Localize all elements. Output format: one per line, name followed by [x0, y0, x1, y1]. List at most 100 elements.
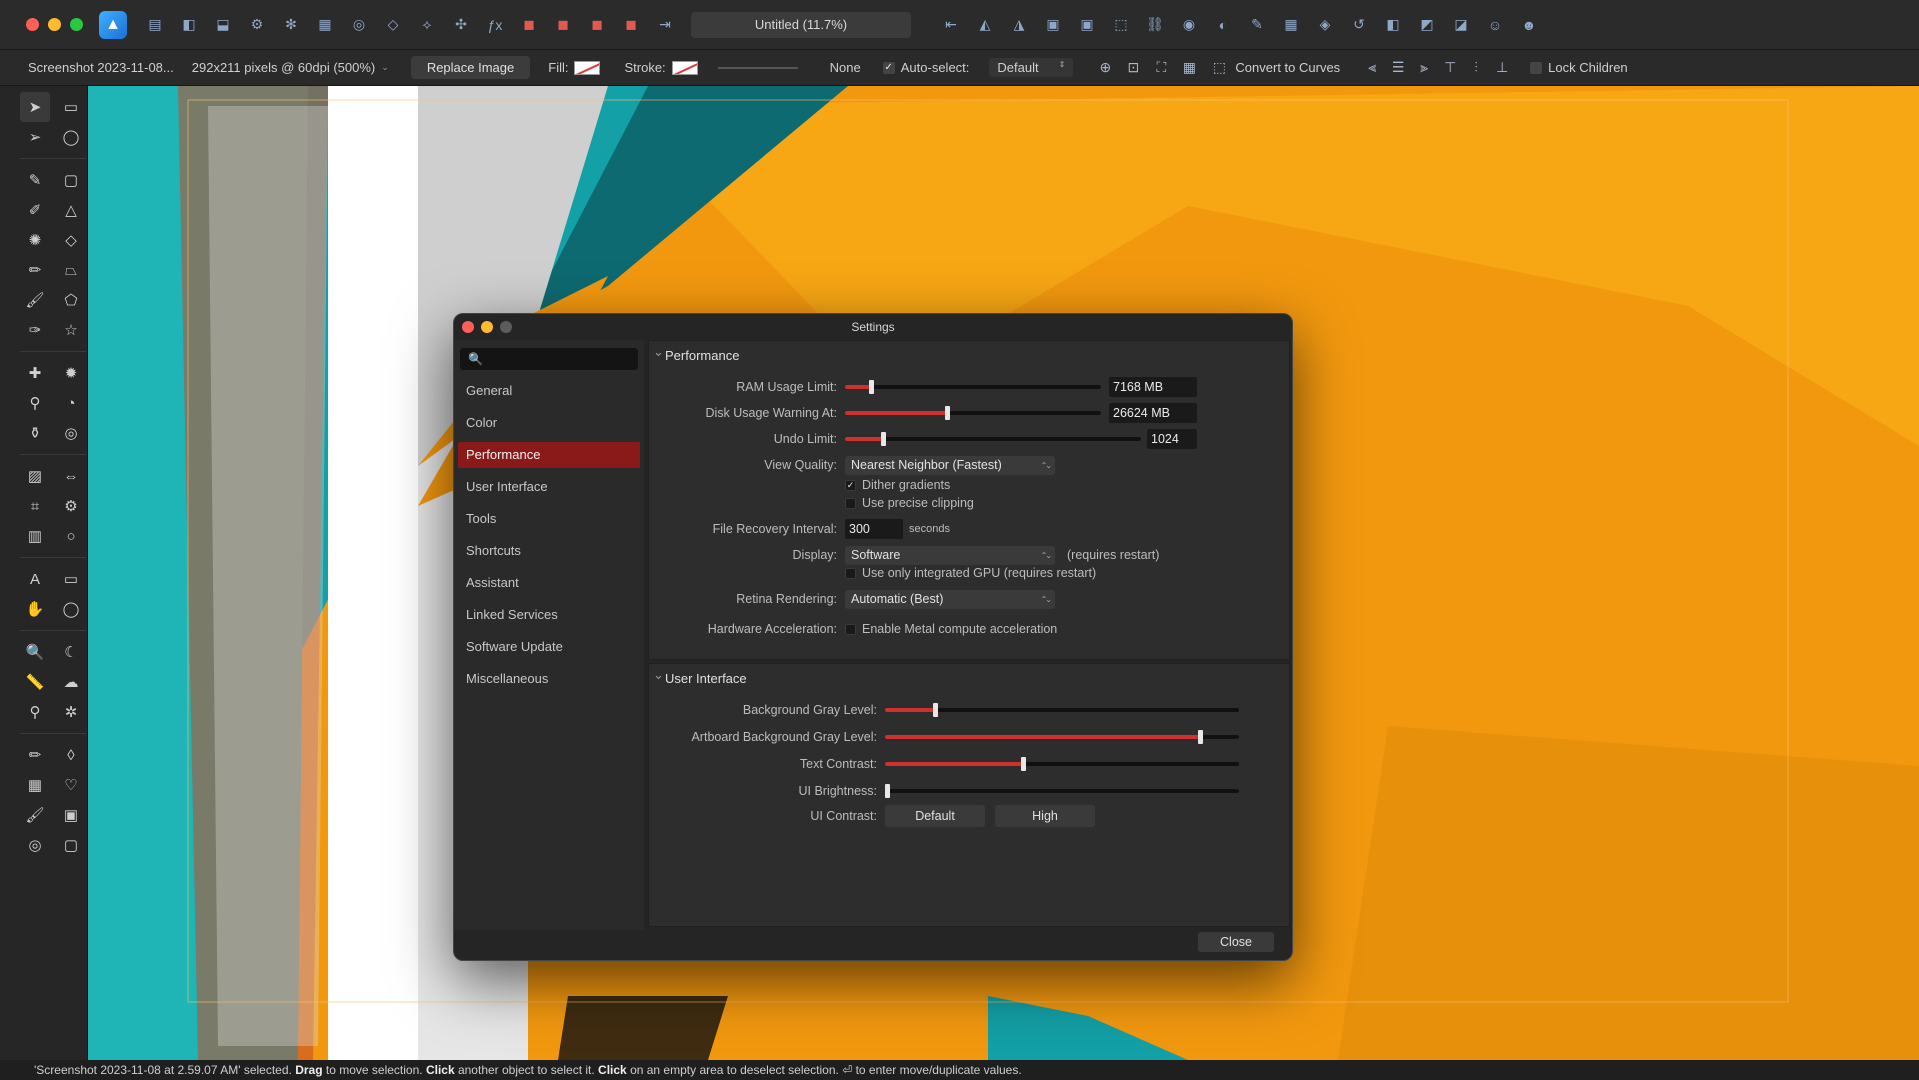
- user-interface-heading[interactable]: User Interface: [649, 660, 1289, 694]
- align-right-icon[interactable]: ⫸: [1414, 58, 1434, 78]
- integrated-gpu-checkbox[interactable]: [845, 567, 856, 579]
- nav-item-assistant[interactable]: Assistant: [458, 570, 640, 596]
- symbols-icon[interactable]: ◪: [1447, 11, 1475, 39]
- triangle-icon[interactable]: △: [56, 195, 86, 225]
- nav-item-general[interactable]: General: [458, 378, 640, 404]
- ui-brightness-slider-knob[interactable]: [885, 784, 890, 798]
- swatches-icon[interactable]: ▦: [1277, 11, 1305, 39]
- tear-icon[interactable]: ◊: [56, 740, 86, 770]
- link-icon[interactable]: ⛓: [1141, 11, 1169, 39]
- boolean-add-icon[interactable]: ◼: [515, 11, 543, 39]
- navigator-icon[interactable]: ◧: [1379, 11, 1407, 39]
- arrow-icon[interactable]: ⇔: [56, 461, 86, 491]
- stroke-width-slider[interactable]: [717, 66, 798, 69]
- ram-value-field[interactable]: 7168 MB: [1109, 377, 1197, 397]
- pencil-icon[interactable]: ✏: [20, 255, 50, 285]
- nav-item-user-interface[interactable]: User Interface: [458, 474, 640, 500]
- grid-icon[interactable]: ▦: [311, 11, 339, 39]
- precise-clip-row[interactable]: Use precise clipping: [845, 493, 974, 513]
- expand-icon[interactable]: ⛶: [1151, 58, 1171, 78]
- recovery-field[interactable]: 300: [845, 519, 903, 539]
- persona-export-icon[interactable]: ⬓: [209, 11, 237, 39]
- brush2-icon[interactable]: 🖌: [20, 800, 50, 830]
- persona-designer-icon[interactable]: ▤: [141, 11, 169, 39]
- align-icon[interactable]: ⇥: [651, 11, 679, 39]
- align-middle-icon[interactable]: ⫶: [1466, 58, 1486, 78]
- image-info-dropdown[interactable]: 292x211 pixels @ 60dpi (500%) ⌄: [192, 60, 389, 75]
- text-contrast-slider[interactable]: [885, 757, 1239, 771]
- snapping-icon[interactable]: ▣: [1073, 11, 1101, 39]
- dither-row[interactable]: ✓ Dither gradients: [845, 475, 950, 495]
- nav-item-tools[interactable]: Tools: [458, 506, 640, 532]
- lock-children-checkbox[interactable]: [1530, 61, 1543, 74]
- document-title[interactable]: Untitled (11.7%): [691, 11, 911, 38]
- lock-children-control[interactable]: Lock Children: [1530, 60, 1628, 75]
- rounded-rect-icon[interactable]: ▢: [56, 165, 86, 195]
- retina-select[interactable]: Automatic (Best): [845, 589, 1055, 609]
- fx-icon[interactable]: ƒx: [481, 11, 509, 39]
- dialog-minimize-dot[interactable]: [481, 321, 493, 333]
- image-icon[interactable]: ▨: [20, 461, 50, 491]
- transform-icon[interactable]: ◇: [379, 11, 407, 39]
- align-top-icon[interactable]: ⊤: [1440, 58, 1460, 78]
- transparency-icon[interactable]: ◎: [20, 830, 50, 860]
- precise-clip-checkbox[interactable]: [845, 497, 856, 509]
- artistic-text-icon[interactable]: A: [20, 564, 50, 594]
- paint-icon[interactable]: ✑: [20, 315, 50, 345]
- vector-brush-icon[interactable]: ✐: [20, 195, 50, 225]
- nav-item-color[interactable]: Color: [458, 410, 640, 436]
- disk-slider-knob[interactable]: [945, 406, 951, 420]
- metal-checkbox[interactable]: [845, 623, 856, 635]
- display-select[interactable]: Software: [845, 545, 1055, 565]
- app-logo-icon[interactable]: ▲: [99, 10, 127, 39]
- pen-tool-icon[interactable]: ✎: [20, 165, 50, 195]
- assets-icon[interactable]: ◩: [1413, 11, 1441, 39]
- fill-swatch[interactable]: [574, 60, 601, 75]
- gear-icon[interactable]: ⚙: [243, 11, 271, 39]
- moon-icon[interactable]: ☾: [56, 637, 86, 667]
- persona-pixel-icon[interactable]: ◧: [175, 11, 203, 39]
- brush-icon[interactable]: ✎: [1243, 11, 1271, 39]
- bg-gray-slider-knob[interactable]: [932, 703, 938, 717]
- performance-heading[interactable]: Performance: [649, 337, 1289, 371]
- replace-image-button[interactable]: Replace Image: [410, 56, 531, 79]
- ruler-icon[interactable]: 📏: [20, 667, 50, 697]
- minimize-window-button[interactable]: [48, 18, 61, 31]
- dither-checkbox[interactable]: ✓: [845, 479, 856, 491]
- boolean-xor-icon[interactable]: ◼: [617, 11, 645, 39]
- artboard-slider-knob[interactable]: [1198, 730, 1204, 744]
- star-icon[interactable]: ☆: [56, 315, 86, 345]
- diamond-icon[interactable]: ◇: [56, 225, 86, 255]
- rect-select-icon[interactable]: ▭: [56, 92, 86, 122]
- fill-icon[interactable]: ⚱: [20, 418, 50, 448]
- fit-icon[interactable]: ⊡: [1123, 58, 1143, 78]
- layers-icon[interactable]: ◐: [1209, 11, 1237, 39]
- close-window-button[interactable]: [26, 18, 39, 31]
- zoom-icon[interactable]: 🔍: [20, 637, 50, 667]
- ram-slider[interactable]: [845, 380, 1101, 394]
- history-icon[interactable]: ↺: [1345, 11, 1373, 39]
- donut-icon[interactable]: ◎: [56, 418, 86, 448]
- eye-icon[interactable]: ◉: [1175, 11, 1203, 39]
- transform-panel-icon[interactable]: ◈: [1311, 11, 1339, 39]
- callout-icon[interactable]: ◯: [56, 594, 86, 624]
- color-picker-icon[interactable]: ✺: [20, 225, 50, 255]
- constraint-icon[interactable]: ⬚: [1107, 11, 1135, 39]
- frame-text-icon[interactable]: ▥: [20, 521, 50, 551]
- settings-alt-icon[interactable]: ✻: [277, 11, 305, 39]
- nav-item-performance[interactable]: Performance: [458, 442, 640, 468]
- gear-shape-icon[interactable]: ✹: [56, 358, 86, 388]
- nav-item-software-update[interactable]: Software Update: [458, 634, 640, 660]
- undo-value-field[interactable]: 1024: [1147, 429, 1197, 449]
- artboard-slider[interactable]: [885, 730, 1239, 744]
- view-quality-select[interactable]: Nearest Neighbor (Fastest): [845, 455, 1055, 475]
- eyedropper-icon[interactable]: ⚲: [20, 697, 50, 727]
- pie-icon[interactable]: ◔: [56, 388, 86, 418]
- auto-select-dropdown[interactable]: Default ⇕: [989, 58, 1074, 77]
- crop-icon[interactable]: ⌗: [20, 491, 50, 521]
- auto-select-checkbox[interactable]: ✓: [882, 61, 895, 74]
- grid-fit-icon[interactable]: ▦: [1179, 58, 1199, 78]
- ui-brightness-slider[interactable]: [885, 784, 1239, 798]
- boolean-intersect-icon[interactable]: ◼: [583, 11, 611, 39]
- move-back-icon[interactable]: ▣: [1039, 11, 1067, 39]
